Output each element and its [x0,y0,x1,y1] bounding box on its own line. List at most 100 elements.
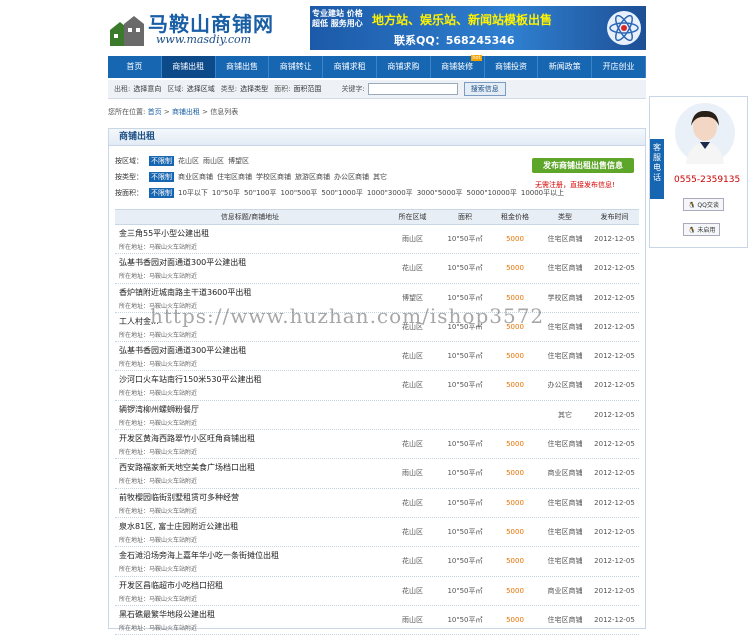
listing-date: 2012-12-05 [594,469,635,478]
listing-title-cell: 金石滩沿场旁海上嘉年华小吃一条街摊位出租 所在地址：马鞍山火车站附近 [115,547,385,575]
listing-title[interactable]: 弘基书香园对面通道300平公建出租 [119,257,246,268]
filter-option[interactable]: 500"1000平 [321,185,362,201]
nav-item[interactable]: 商铺出租 [161,56,216,78]
listing-address: 所在地址：马鞍山火车站附近 [119,536,198,544]
listing-title[interactable]: 前牧樱园临街别墅租赁可多种经营 [119,492,239,503]
nav-item-label: 商铺出售 [225,62,258,71]
search-size-select[interactable]: 面积范围 [293,84,321,94]
search-button[interactable]: 搜索信息 [463,82,506,96]
listing-title[interactable]: 沙河口火车站南行150米530平公建出租 [119,374,262,385]
column-header: 面积 [458,213,472,221]
breadcrumb-section[interactable]: 商铺出租 [172,108,200,116]
nav-item[interactable]: 商铺出售 [216,56,270,78]
filter-option[interactable]: 学校区商铺 [256,169,291,185]
table-row[interactable]: 泉水81区, 富士庄园附近公建出租 所在地址：马鞍山火车站附近 花山区 10"50平㎡… [115,518,639,548]
search-area-select[interactable]: 选择区域 [187,84,215,94]
listing-area: 花山区 [402,557,423,566]
table-row[interactable]: 西安路福家新天地空美食广场档口出租 所在地址：马鞍山火车站附近 雨山区 10"50平㎡… [115,459,639,489]
listing-price: 5000 [506,527,524,536]
offline-button[interactable]: 🐧 未启用 [683,223,721,236]
listing-kind: 住宅区商铺 [547,440,583,449]
filter-option[interactable]: 10"50平 [212,185,240,201]
listing-title[interactable]: 开发区昌临超市小吃档口招租 [119,580,223,591]
table-row[interactable]: 金石滩沿场旁海上嘉年华小吃一条街摊位出租 所在地址：马鞍山火车站附近 花山区 10"5… [115,547,639,577]
filter-option[interactable]: 住宅区商铺 [217,169,252,185]
ad-banner[interactable]: 专业建站 价格超低 服务用心 地方站、娱乐站、新闻站模板出售 联系QQ：5682… [310,6,646,50]
listing-title-cell: 开发区黄海西路翠竹小区旺角商铺出租 所在地址：马鞍山火车站附近 [115,430,385,458]
nav-item[interactable]: 开店创业 [592,56,646,78]
qq-icon: 🐧 [688,227,696,234]
listing-price: 5000 [506,557,524,566]
table-row[interactable]: 黑石礁最繁华地段公建出租 所在地址：马鞍山火车站附近 雨山区 10"50平㎡ 5000 住… [115,606,639,635]
listing-area: 花山区 [402,440,423,449]
listing-kind: 住宅区商铺 [547,352,583,361]
listing-date: 2012-12-05 [594,410,635,419]
nav-item[interactable]: 新闻政策 [538,56,593,78]
listing-title[interactable]: 辆锣湾柳州螺蛳粉餐厅 [119,404,199,415]
listing-price: 5000 [506,615,524,624]
filter-option[interactable]: 100"500平 [280,185,317,201]
listing-title[interactable]: 金三角55平小型公建出租 [119,228,209,239]
listing-address: 所在地址：马鞍山火车站附近 [119,595,198,603]
listing-kind: 住宅区商铺 [547,527,583,536]
filter-option[interactable]: 5000"10000平 [467,185,517,201]
listing-kind: 办公区商铺 [547,381,583,390]
table-row[interactable]: 弘基书香园对面通道300平公建出租 所在地址：马鞍山火车站附近 花山区 10"50平㎡… [115,254,639,284]
filter-selected[interactable]: 不限制 [149,172,174,182]
filter-option[interactable]: 博望区 [228,153,249,169]
listing-size: 10"50平㎡ [447,440,483,449]
filter-option[interactable]: 3000"5000平 [417,185,463,201]
table-row[interactable]: 辆锣湾柳州螺蛳粉餐厅 所在地址：马鞍山火车站附近 其它 2012-12-05 [115,401,639,431]
filter-option[interactable]: 50"100平 [244,185,277,201]
filter-option[interactable]: 商业区商铺 [178,169,213,185]
listing-price: 5000 [506,352,524,361]
post-listing-button[interactable]: 发布商铺出租出售信息 [532,158,634,173]
search-type-select[interactable]: 选择意向 [133,84,161,94]
nav-item[interactable]: 首页 [108,56,162,78]
filter-selected[interactable]: 不限制 [149,156,174,166]
table-row[interactable]: 开发区黄海西路翠竹小区旺角商铺出租 所在地址：马鞍山火车站附近 花山区 10"50平㎡… [115,430,639,460]
table-row[interactable]: 开发区昌临超市小吃档口招租 所在地址：马鞍山火车站附近 花山区 10"50平㎡ 5000… [115,577,639,606]
nav-item[interactable]: 商铺求购 [377,56,431,78]
filter-option[interactable]: 花山区 [178,153,199,169]
listing-title-cell: 泉水81区, 富士庄园附近公建出租 所在地址：马鞍山火车站附近 [115,518,385,546]
listing-area: 雨山区 [402,615,423,624]
filter-option[interactable]: 10平以下 [178,185,208,201]
site-logo[interactable]: 马鞍山商铺网 www.masdiy.com [108,8,298,48]
filter-option[interactable]: 办公区商铺 [334,169,369,185]
table-row[interactable]: 前牧樱园临街别墅租赁可多种经营 所在地址：马鞍山火车站附近 花山区 10"50平㎡ 50… [115,489,639,518]
listing-title[interactable]: 黑石礁最繁华地段公建出租 [119,609,215,620]
qq-chat-button[interactable]: 🐧 QQ交谈 [683,198,724,211]
breadcrumb-sep: > [163,108,170,116]
listing-address: 所在地址：马鞍山火车站附近 [119,449,198,457]
filter-selected[interactable]: 不限制 [149,188,174,198]
nav-item[interactable]: 商铺转让 [269,56,324,78]
listing-kind: 住宅区商铺 [547,264,583,273]
table-row[interactable]: 弘基书香园对面通道300平公建出租 所在地址：马鞍山火车站附近 花山区 10"50平㎡… [115,342,639,372]
nav-item[interactable]: 商铺求租 [323,56,377,78]
search-keyword-label: 关键字: [341,85,365,93]
listing-title[interactable]: 金石滩沿场旁海上嘉年华小吃一条街摊位出租 [119,550,279,561]
nav-item[interactable]: 商铺投资 [485,56,539,78]
filter-option[interactable]: 其它 [373,169,387,185]
filter-option[interactable]: 旅游区商铺 [295,169,330,185]
service-tab[interactable]: 客服电话 [650,139,664,199]
filter-option[interactable]: 1000"3000平 [367,185,413,201]
table-row[interactable]: 金三角55平小型公建出租 所在地址：马鞍山火车站附近 雨山区 10"50平㎡ 5000 住… [115,225,639,255]
listing-area: 花山区 [402,381,423,390]
listing-title[interactable]: 香炉镇附近城南路主干道3600平出租 [119,287,251,298]
nav-item-label: 首页 [126,62,143,71]
listing-title[interactable]: 西安路福家新天地空美食广场档口出租 [119,462,255,473]
table-row[interactable]: 沙河口火车站南行150米530平公建出租 所在地址：马鞍山火车站附近 花山区 10"5… [115,371,639,401]
search-keyword-input[interactable] [367,83,458,95]
column-header: 信息标题/商铺地址 [220,213,280,221]
listing-title[interactable]: 弘基书香园对面通道300平公建出租 [119,345,246,356]
breadcrumb-home[interactable]: 首页 [148,108,162,116]
listing-price: 5000 [506,264,524,273]
listing-title-cell: 西安路福家新天地空美食广场档口出租 所在地址：马鞍山火车站附近 [115,459,385,487]
listing-title[interactable]: 开发区黄海西路翠竹小区旺角商铺出租 [119,433,255,444]
nav-item[interactable]: 商铺装修 hot [431,55,485,78]
search-kind-select[interactable]: 选择类型 [240,84,268,94]
listing-title[interactable]: 泉水81区, 富士庄园附近公建出租 [119,521,238,532]
filter-option[interactable]: 雨山区 [203,153,224,169]
